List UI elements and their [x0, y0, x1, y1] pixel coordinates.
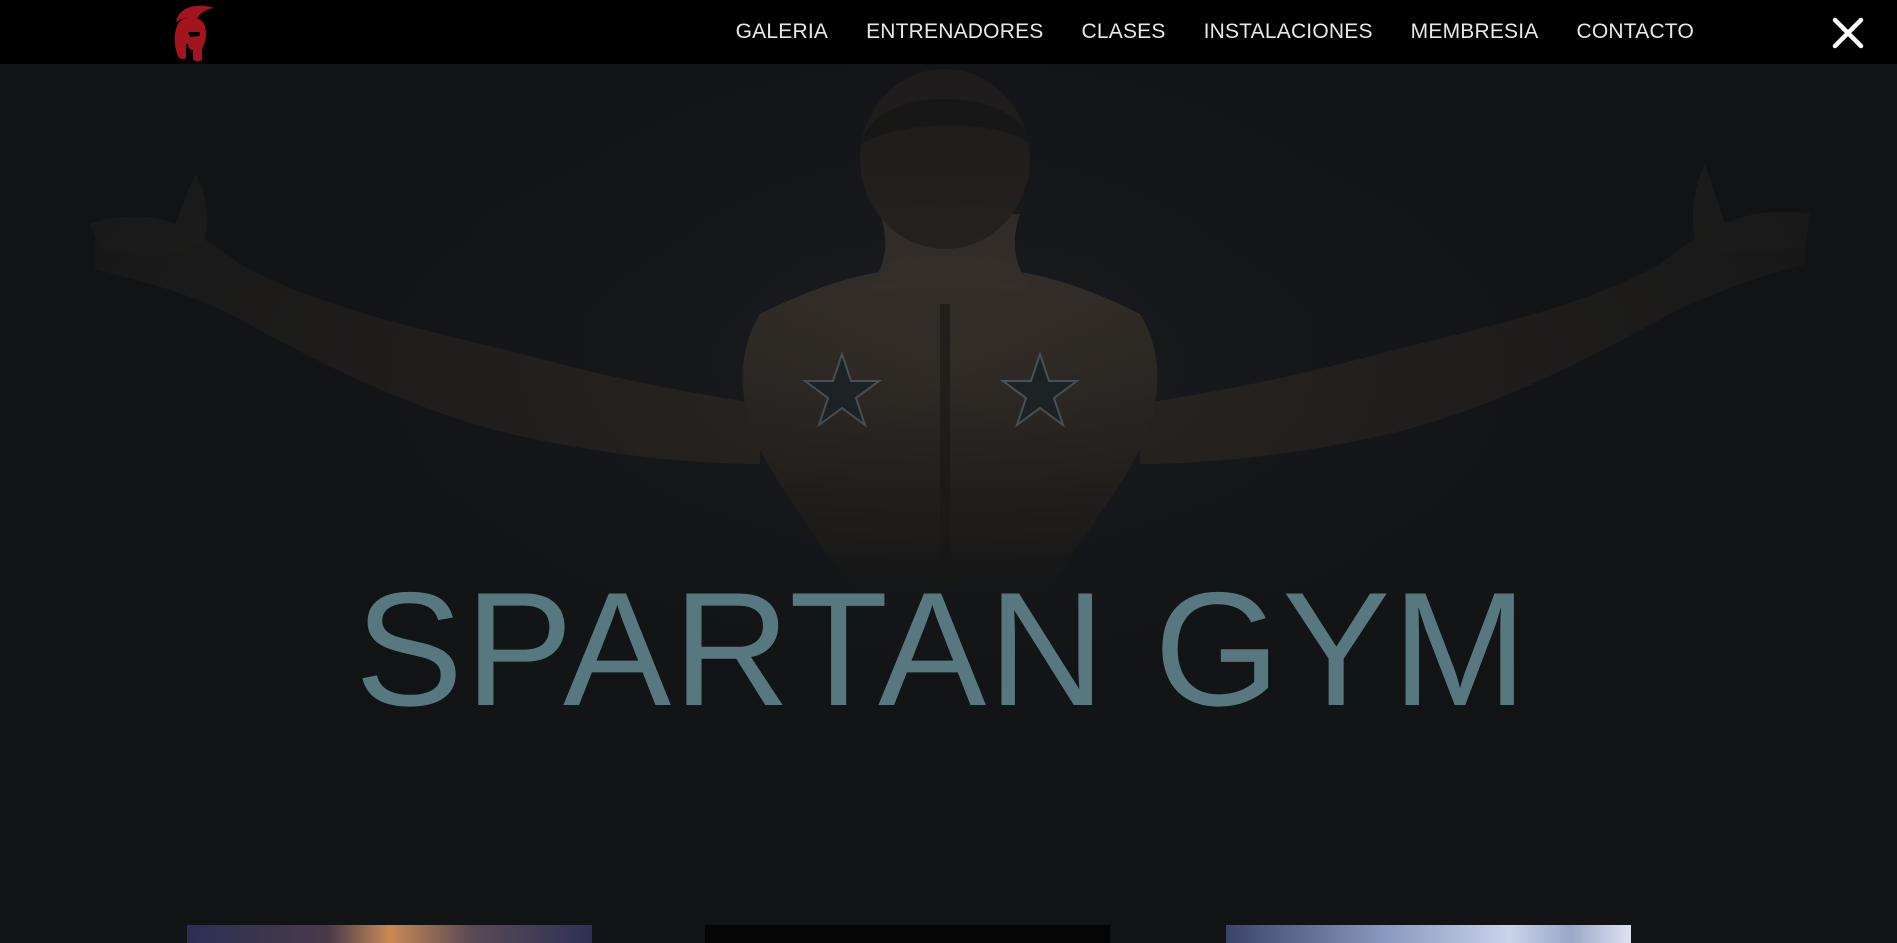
gallery-thumbnail-2[interactable]	[705, 925, 1110, 943]
navbar: GALERIA ENTRENADORES CLASES INSTALACIONE…	[0, 0, 1897, 64]
main-navigation: GALERIA ENTRENADORES CLASES INSTALACIONE…	[736, 0, 1694, 64]
hero-title: SPARTAN GYM	[355, 559, 1530, 740]
nav-contacto[interactable]: CONTACTO	[1577, 20, 1695, 44]
hero-background-image	[0, 64, 1897, 943]
gallery-thumbnail-1[interactable]	[187, 925, 592, 943]
nav-instalaciones[interactable]: INSTALACIONES	[1204, 20, 1373, 44]
logo-graphic	[174, 5, 214, 62]
gallery-thumbnail-3[interactable]	[1226, 925, 1631, 943]
nav-entrenadores[interactable]: ENTRENADORES	[866, 20, 1043, 44]
nav-membresia[interactable]: MEMBRESIA	[1411, 20, 1539, 44]
nav-galeria[interactable]: GALERIA	[736, 20, 828, 44]
page: GALERIA ENTRENADORES CLASES INSTALACIONE…	[0, 0, 1897, 943]
close-icon[interactable]	[1829, 14, 1867, 52]
nav-clases[interactable]: CLASES	[1082, 20, 1166, 44]
hero-section: SPARTAN GYM	[0, 64, 1897, 943]
spartan-helmet-icon[interactable]	[166, 2, 220, 64]
close-glyph	[1832, 17, 1864, 49]
